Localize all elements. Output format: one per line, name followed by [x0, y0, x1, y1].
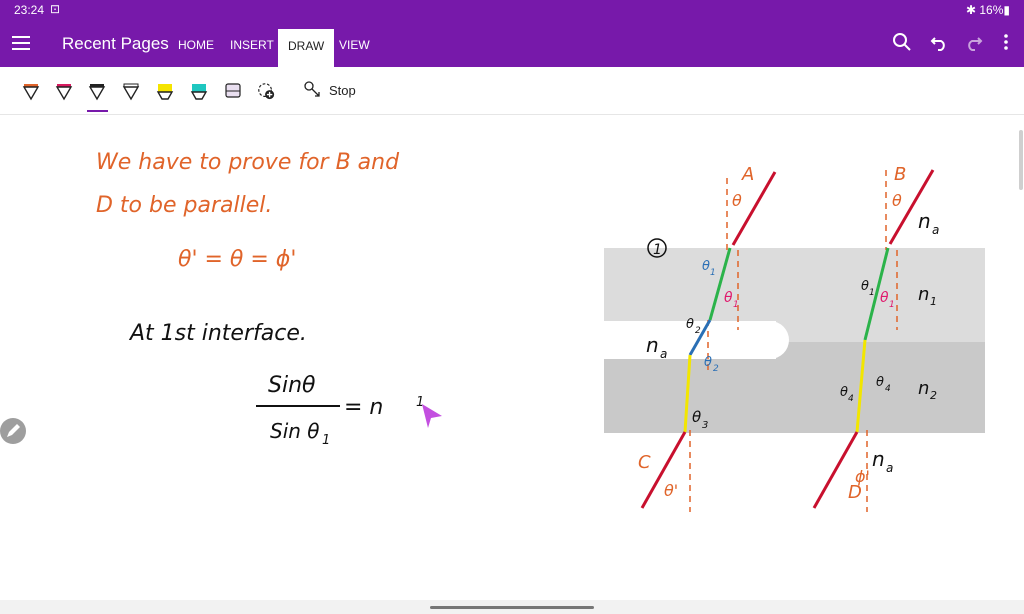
- pointer-cursor-icon: [422, 404, 442, 428]
- angle-theta4-right-sub: 4: [885, 384, 891, 394]
- app-bar: Recent Pages HOME INSERT DRAW VIEW: [0, 20, 1024, 67]
- angle-theta1-right-refracted-sub: 1: [889, 300, 895, 310]
- angle-theta4-left: θ: [840, 385, 848, 400]
- medium-na-top: n: [918, 209, 931, 233]
- angle-theta-B: θ: [892, 191, 902, 210]
- medium-na-top-sub: a: [932, 223, 939, 237]
- angle-theta1-right-refracted: θ: [880, 290, 889, 306]
- angle-theta1-left-refracted-sub: 1: [733, 300, 739, 310]
- angle-theta-prime: θ': [664, 481, 678, 500]
- screenshot-icon: ⊡: [50, 2, 61, 16]
- status-bar: 23:24 ⊡ ✱ 16%▮: [0, 0, 1024, 20]
- angle-theta1-right-sub: 1: [869, 288, 875, 298]
- angle-theta3: θ: [692, 408, 701, 426]
- highlighter-teal-icon[interactable]: [190, 81, 208, 101]
- fraction-denominator-sub: 1: [322, 433, 330, 448]
- clock: 23:24: [14, 3, 45, 17]
- highlighter-lavender-icon[interactable]: [224, 81, 242, 101]
- tab-draw[interactable]: DRAW: [278, 29, 335, 67]
- label-A: A: [741, 164, 754, 185]
- pen-fab-button[interactable]: [0, 418, 26, 444]
- pen-magenta-icon[interactable]: [55, 81, 73, 101]
- pen-black-icon[interactable]: [88, 81, 106, 101]
- note-line-3: At 1st interface.: [128, 321, 307, 346]
- ink-to-shape-icon[interactable]: [303, 80, 323, 100]
- tab-home[interactable]: HOME: [178, 38, 214, 52]
- medium-n2-sub: 2: [930, 389, 937, 402]
- medium-na-left: n: [646, 333, 659, 357]
- angle-theta-A: θ: [732, 191, 742, 210]
- selected-pen-indicator: [87, 110, 108, 112]
- medium-na-left-sub: a: [660, 347, 667, 361]
- angle-theta4-left-sub: 4: [848, 394, 854, 404]
- pen-white-icon[interactable]: [122, 81, 140, 101]
- note-equation-1: θ' = θ = ϕ': [178, 247, 296, 272]
- angle-theta1-left-sub: 1: [710, 268, 716, 278]
- fraction-denominator: Sin θ: [270, 419, 320, 443]
- label-C: C: [638, 452, 651, 473]
- note-line-2: D to be parallel.: [96, 193, 272, 218]
- angle-theta1-left: θ: [702, 259, 710, 274]
- tab-insert[interactable]: INSERT: [230, 38, 274, 52]
- redo-icon[interactable]: [964, 32, 984, 52]
- medium-n1-sub: 1: [930, 295, 937, 308]
- equation-rhs: = n: [344, 395, 383, 420]
- more-options-icon[interactable]: [996, 32, 1016, 52]
- undo-icon[interactable]: [929, 32, 949, 52]
- medium-na-bottom: n: [872, 447, 885, 471]
- battery-indicator: ✱ 16%▮: [965, 3, 1010, 17]
- step-number: 1: [653, 242, 662, 258]
- note-line-1: We have to prove for B and: [96, 150, 400, 175]
- draw-ribbon: [0, 67, 1024, 115]
- medium-na-bottom-sub: a: [886, 461, 893, 475]
- angle-theta2-left: θ: [686, 317, 694, 332]
- label-B: B: [894, 164, 906, 185]
- angle-theta3-sub: 3: [702, 420, 708, 431]
- search-icon[interactable]: [892, 32, 912, 52]
- home-gesture-bar[interactable]: [430, 606, 594, 609]
- medium-n2: n: [918, 378, 929, 399]
- pencil-icon: [7, 424, 20, 437]
- fraction-numerator: Sinθ: [268, 373, 316, 398]
- medium-n1: n: [918, 284, 929, 305]
- vertical-scrollbar[interactable]: [1019, 130, 1023, 190]
- highlighter-yellow-icon[interactable]: [156, 81, 174, 101]
- tab-view[interactable]: VIEW: [339, 38, 370, 52]
- angle-phi-prime: ϕ': [855, 467, 870, 486]
- ink-canvas[interactable]: We have to prove for B and D to be paral…: [0, 115, 1024, 600]
- angle-theta2-left-sub: 2: [695, 326, 701, 336]
- angle-theta4-right: θ: [876, 375, 884, 390]
- angle-theta2-left-lower-sub: 2: [713, 364, 719, 374]
- app-title[interactable]: Recent Pages: [62, 34, 169, 54]
- stop-button[interactable]: Stop: [329, 83, 356, 98]
- hamburger-menu-icon[interactable]: [12, 32, 30, 52]
- angle-theta1-left-refracted: θ: [724, 290, 733, 306]
- add-pen-icon[interactable]: [257, 81, 275, 101]
- angle-theta2-left-lower: θ: [704, 355, 712, 370]
- angle-theta1-right: θ: [861, 279, 869, 294]
- pen-orange-icon[interactable]: [22, 81, 40, 101]
